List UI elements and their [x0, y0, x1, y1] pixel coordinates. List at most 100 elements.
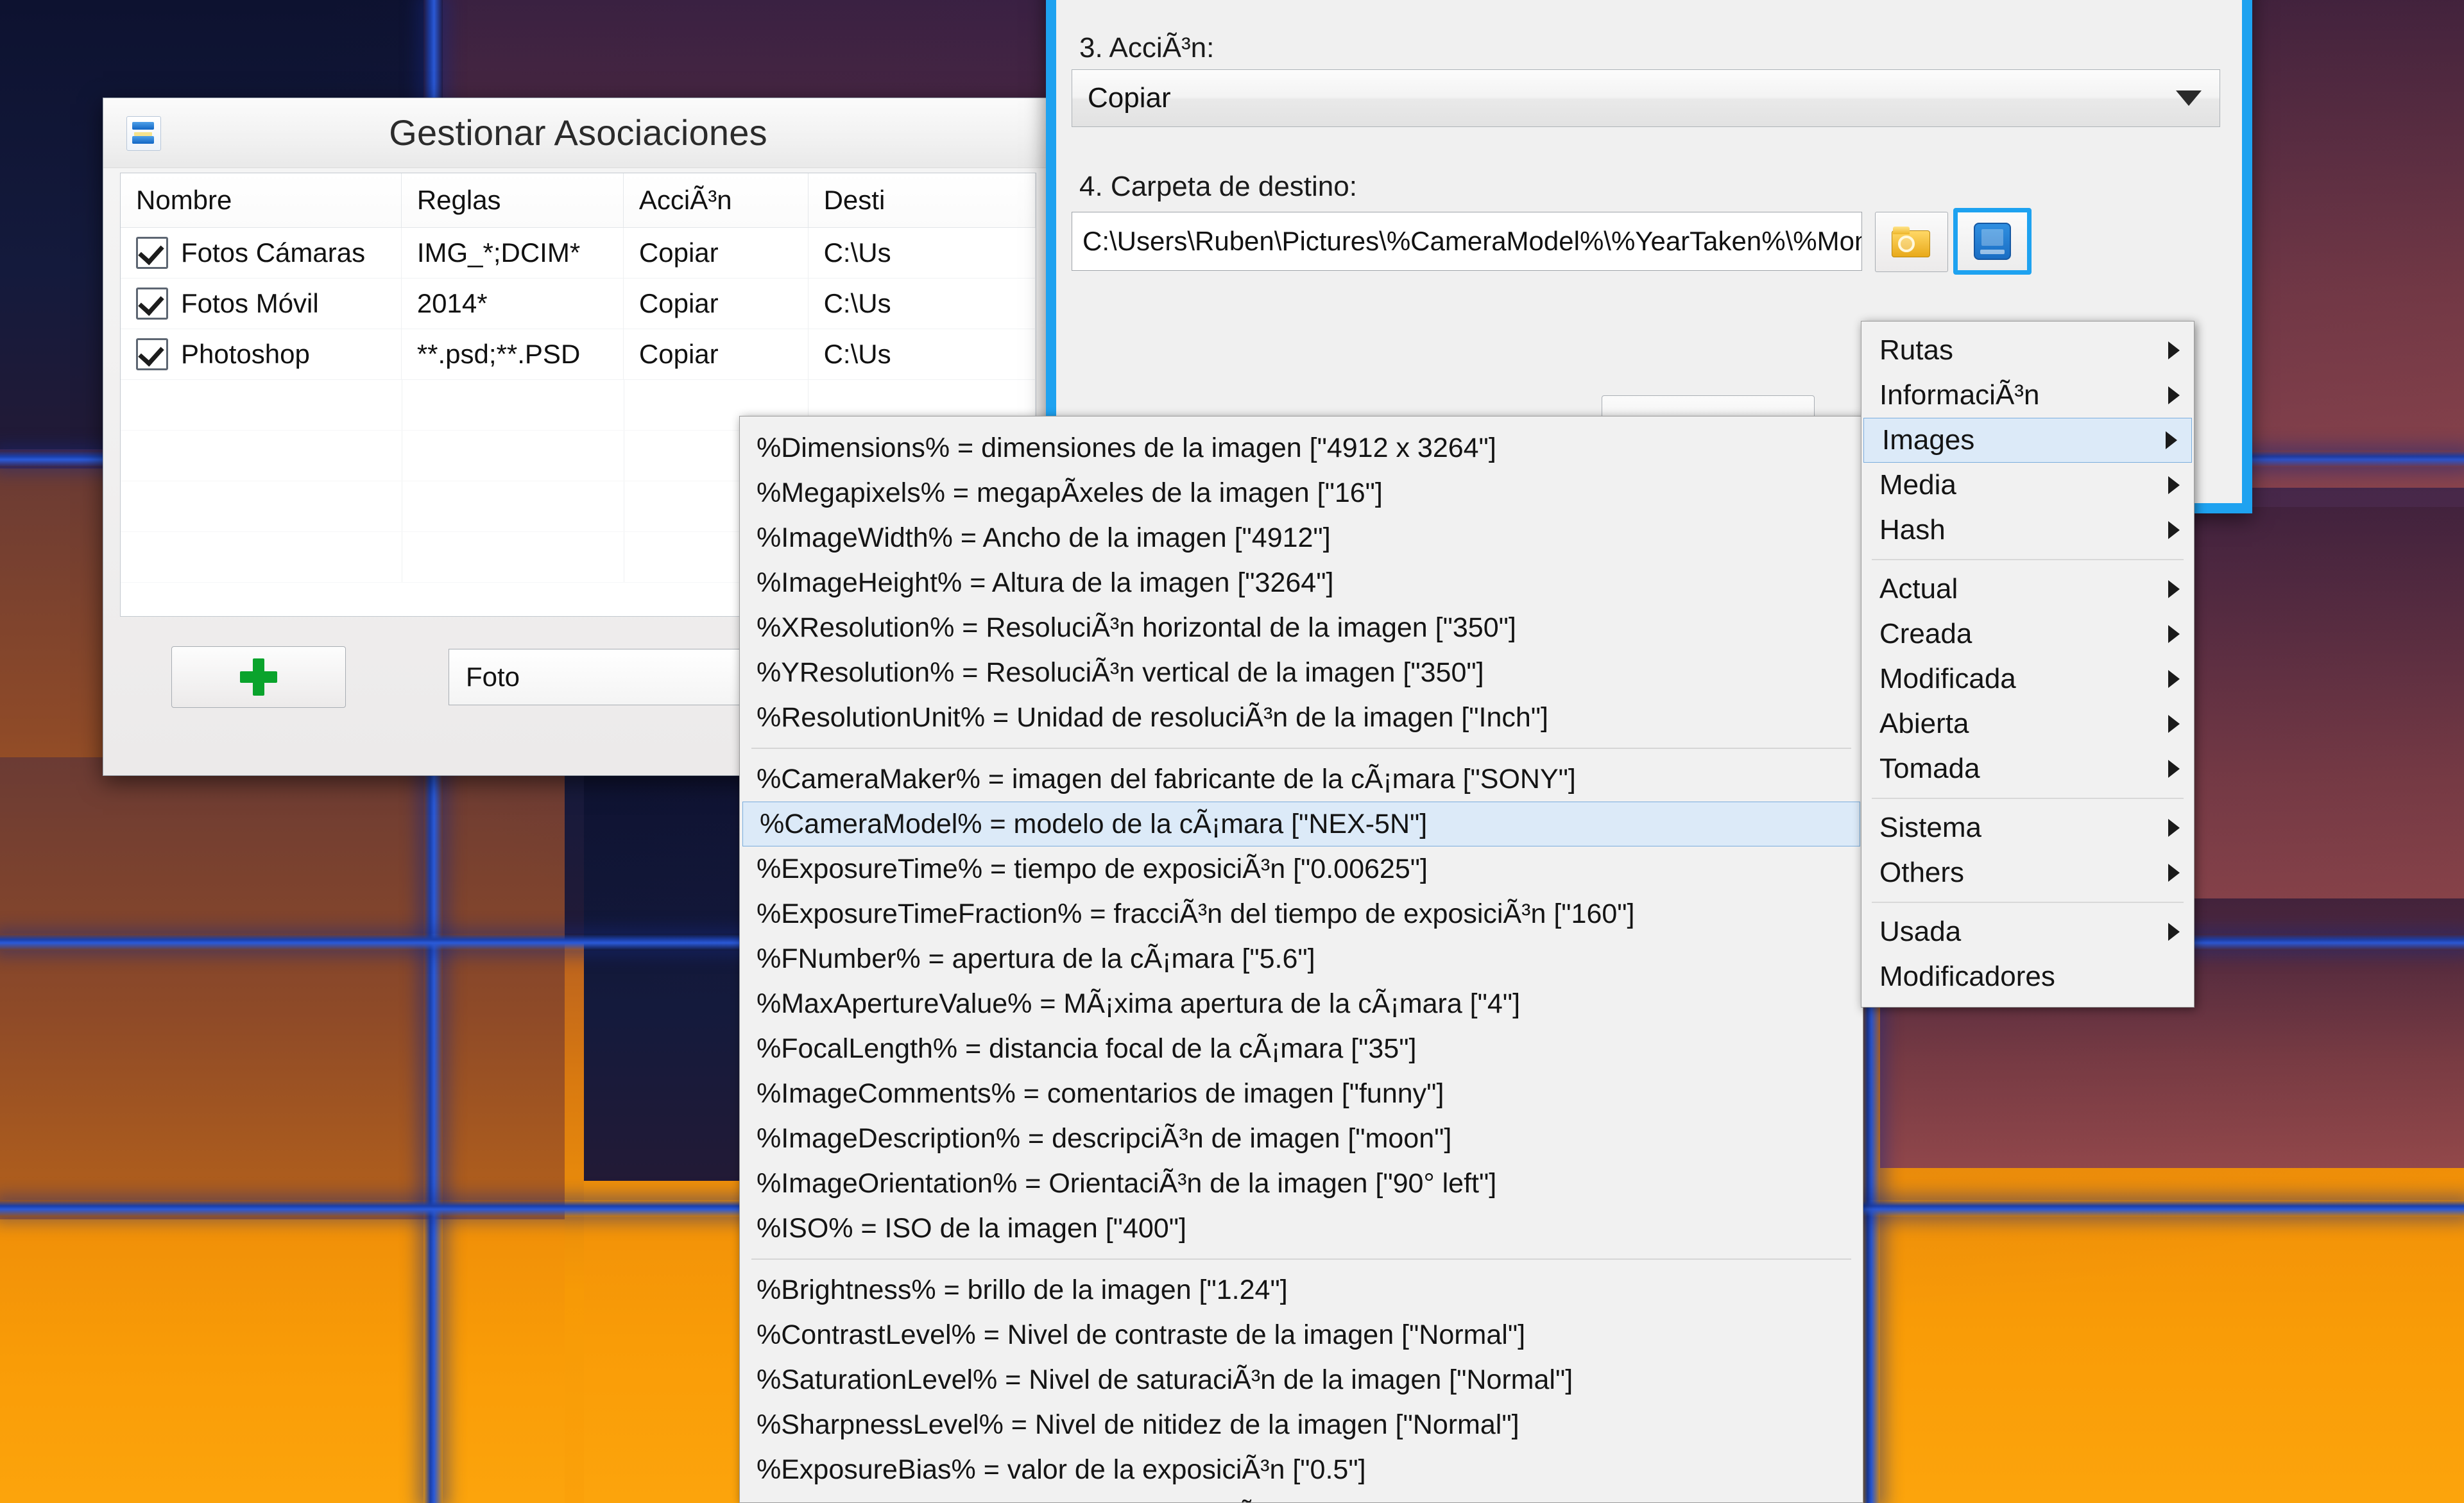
variable-item[interactable]: %ExposureTime% = tiempo de exposiciÃ³n [… — [740, 846, 1863, 891]
menu-item-hash[interactable]: Hash — [1861, 508, 2194, 553]
variable-item[interactable]: %ISO% = ISO de la imagen ["400"] — [740, 1206, 1863, 1251]
menu-separator — [1872, 559, 2184, 560]
variable-item[interactable]: %ExposureTimeFraction% = fracciÃ³n del t… — [740, 891, 1863, 936]
menu-item-sistema[interactable]: Sistema — [1861, 805, 2194, 850]
variable-item[interactable]: %SharpnessLevel% = Nivel de nitidez de l… — [740, 1402, 1863, 1447]
accion-label: 3. AcciÃ³n: — [1079, 32, 1215, 64]
column-header-reglas: Reglas — [402, 173, 624, 227]
chevron-right-icon — [2168, 864, 2180, 882]
accion-select[interactable]: Copiar — [1072, 69, 2220, 127]
variable-item[interactable]: %MaxApertureValue% = MÃ¡xima apertura de… — [740, 981, 1863, 1026]
variable-item[interactable]: %ResolutionUnit% = Unidad de resoluciÃ³n… — [740, 695, 1863, 740]
variable-item[interactable]: %FNumber% = apertura de la cÃ¡mara ["5.6… — [740, 936, 1863, 981]
chevron-right-icon — [2168, 715, 2180, 733]
table-row[interactable]: Fotos Cámaras IMG_*;DCIM* Copiar C:\Us — [121, 228, 1036, 279]
menu-item-actual[interactable]: Actual — [1861, 567, 2194, 612]
menu-item-tomada[interactable]: Tomada — [1861, 746, 2194, 791]
menu-item-label: Usada — [1879, 916, 1962, 947]
menu-separator — [751, 1258, 1851, 1260]
variable-item[interactable]: %Dimensions% = dimensiones de la imagen … — [740, 425, 1863, 470]
browse-folder-button[interactable] — [1875, 212, 1948, 272]
chevron-right-icon — [2166, 431, 2177, 449]
variable-item[interactable]: %ImageHeight% = Altura de la imagen ["32… — [740, 560, 1863, 605]
menu-item-label: Rutas — [1879, 334, 1953, 366]
variable-item[interactable]: %FocalLength% = distancia focal de la cÃ… — [740, 1026, 1863, 1071]
table-row[interactable]: Fotos Móvil 2014* Copiar C:\Us — [121, 279, 1036, 329]
menu-item-label: Modificada — [1879, 663, 2016, 694]
insert-variable-button[interactable] — [1953, 208, 2032, 275]
variable-item[interactable]: %ImageDescription% = descripciÃ³n de ima… — [740, 1116, 1863, 1161]
menu-item-label: Modificadores — [1879, 961, 2055, 992]
row-checkbox[interactable] — [136, 237, 168, 269]
chevron-right-icon — [2168, 521, 2180, 539]
menu-item-label: Images — [1882, 424, 1975, 456]
row-checkbox[interactable] — [136, 288, 168, 320]
row-name-cell[interactable]: Fotos Cámaras — [121, 228, 402, 278]
row-action-cell: Copiar — [624, 228, 809, 278]
row-action-cell: Copiar — [624, 329, 809, 379]
chevron-right-icon — [2168, 819, 2180, 837]
variable-item[interactable]: %YResolution% = ResoluciÃ³n vertical de … — [740, 650, 1863, 695]
table-row[interactable]: Photoshop **.psd;**.PSD Copiar C:\Us — [121, 329, 1036, 380]
menu-item-images[interactable]: Images — [1863, 418, 2192, 463]
variable-item[interactable]: %ContrastLevel% = Nivel de contraste de … — [740, 1312, 1863, 1357]
variable-item[interactable]: %ImageWidth% = Ancho de la imagen ["4912… — [740, 515, 1863, 560]
variable-item[interactable]: %SaturationLevel% = Nivel de saturaciÃ³n… — [740, 1357, 1863, 1402]
menu-item-label: Creada — [1879, 618, 1972, 649]
row-rules-cell: 2014* — [402, 279, 624, 329]
foto-input-value: Foto — [466, 662, 520, 692]
table-header-row: Nombre Reglas AcciÃ³n Desti — [121, 173, 1036, 228]
menu-item-others[interactable]: Others — [1861, 850, 2194, 895]
menu-item-rutas[interactable]: Rutas — [1861, 328, 2194, 373]
row-checkbox[interactable] — [136, 338, 168, 370]
menu-item-creada[interactable]: Creada — [1861, 612, 2194, 657]
chevron-right-icon — [2168, 341, 2180, 359]
variable-item[interactable]: %XResolution% = ResoluciÃ³n horizontal d… — [740, 605, 1863, 650]
menu-item-label: Media — [1879, 469, 1956, 501]
row-dest-cell: C:\Us — [809, 329, 1036, 379]
row-dest-cell: C:\Us — [809, 228, 1036, 278]
chevron-right-icon — [2168, 923, 2180, 941]
column-header-nombre: Nombre — [121, 173, 402, 227]
variable-item[interactable]: %Megapixels% = megapÃ­xeles de la imagen… — [740, 470, 1863, 515]
chevron-right-icon — [2168, 580, 2180, 598]
menu-item-usada[interactable]: Usada — [1861, 909, 2194, 954]
variable-item[interactable]: %CameraMaker% = imagen del fabricante de… — [740, 757, 1863, 802]
menu-item-label: Actual — [1879, 573, 1958, 605]
row-name-label: Photoshop — [181, 339, 310, 369]
row-name-cell[interactable]: Photoshop — [121, 329, 402, 379]
plus-icon — [240, 658, 277, 696]
chevron-right-icon — [2168, 760, 2180, 778]
menu-separator — [751, 748, 1851, 749]
variables-book-icon — [1974, 223, 2011, 260]
variable-category-menu[interactable]: Rutas InformaciÃ³n Images Media Hash Act… — [1861, 321, 2194, 1008]
menu-item-informacion[interactable]: InformaciÃ³n — [1861, 373, 2194, 418]
chevron-right-icon — [2168, 625, 2180, 643]
variables-submenu[interactable]: %Dimensions% = dimensiones de la imagen … — [739, 416, 1863, 1503]
variable-item-selected[interactable]: %CameraModel% = modelo de la cÃ¡mara ["N… — [742, 802, 1860, 846]
carpeta-destino-label: 4. Carpeta de destino: — [1079, 171, 1357, 202]
row-rules-cell: IMG_*;DCIM* — [402, 228, 624, 278]
menu-item-label: Hash — [1879, 514, 1946, 545]
menu-item-label: InformaciÃ³n — [1879, 379, 2040, 411]
menu-item-abierta[interactable]: Abierta — [1861, 701, 2194, 746]
row-name-label: Fotos Móvil — [181, 288, 319, 318]
menu-separator — [1872, 902, 2184, 903]
chevron-right-icon — [2168, 476, 2180, 494]
menu-item-label: Tomada — [1879, 753, 1980, 784]
add-association-button[interactable] — [171, 646, 346, 708]
variable-item[interactable]: %ImageOrientation% = OrientaciÃ³n de la … — [740, 1161, 1863, 1206]
window-title: Gestionar Asociaciones — [389, 112, 767, 153]
menu-item-media[interactable]: Media — [1861, 463, 2194, 508]
variable-item[interactable]: %ExposureBias% = valor de la exposiciÃ³n… — [740, 1447, 1863, 1492]
row-dest-cell: C:\Us — [809, 279, 1036, 329]
chevron-down-icon — [2176, 90, 2202, 106]
menu-item-modificada[interactable]: Modificada — [1861, 657, 2194, 701]
accion-select-value: Copiar — [1088, 82, 1171, 114]
menu-item-modificadores[interactable]: Modificadores — [1861, 954, 2194, 999]
variable-item[interactable]: %Brightness% = brillo de la imagen ["1.2… — [740, 1267, 1863, 1312]
destination-folder-input[interactable]: C:\Users\Ruben\Pictures\%CameraModel%\%Y… — [1072, 212, 1862, 271]
row-name-cell[interactable]: Fotos Móvil — [121, 279, 402, 329]
variable-item[interactable]: %ExposureMode% = Modo de exposiciÃ³n ["M… — [740, 1492, 1863, 1502]
variable-item[interactable]: %ImageComments% = comentarios de imagen … — [740, 1071, 1863, 1116]
